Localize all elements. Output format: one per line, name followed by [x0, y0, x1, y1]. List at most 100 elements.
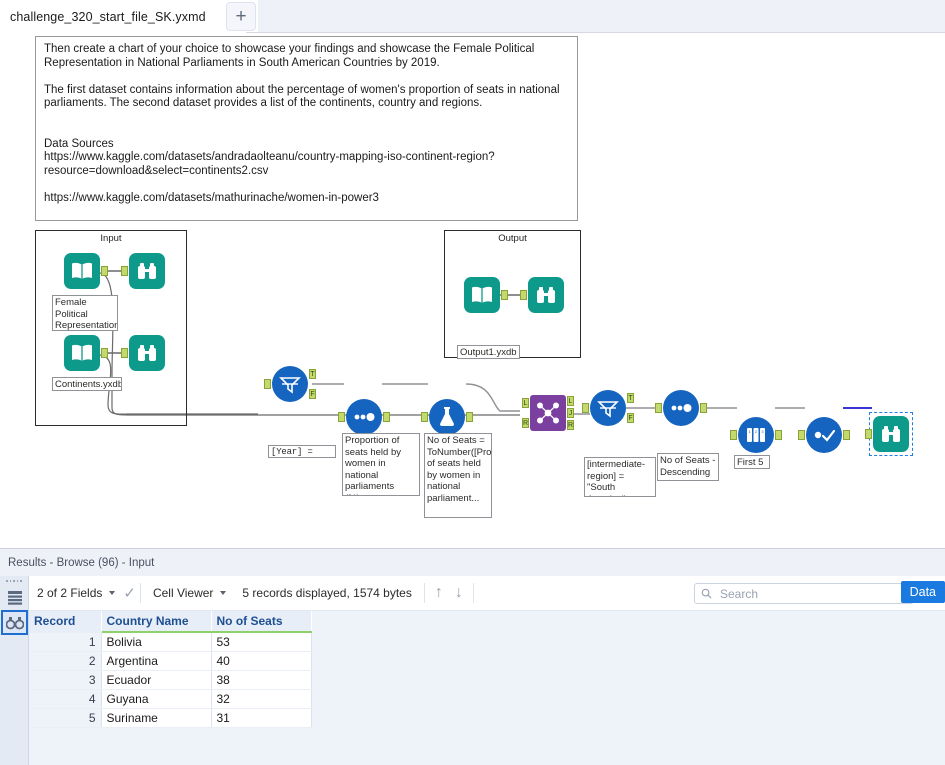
container-output-title: Output [498, 233, 527, 244]
join-left-output-anchor[interactable]: L [567, 396, 574, 406]
table-row[interactable]: 5 Suriname 31 [29, 708, 312, 728]
output-anchor[interactable] [843, 430, 850, 440]
comment-line-7: resource=download&select=continents2.csv [44, 164, 269, 177]
input-data-icon [64, 335, 100, 371]
table-row[interactable]: 3 Ecuador 38 [29, 670, 312, 690]
input-anchor[interactable] [798, 430, 805, 440]
tool-output-data[interactable] [464, 277, 508, 313]
workflow-tab-label: challenge_320_start_file_SK.yxmd [10, 9, 206, 24]
input-anchor[interactable] [121, 348, 128, 358]
true-output-anchor[interactable]: T [309, 369, 316, 379]
tool-input-data-1[interactable] [64, 253, 108, 289]
output-anchor[interactable] [501, 290, 508, 300]
tool-formula[interactable] [421, 399, 473, 435]
comment-line-5: Data Sources [44, 137, 114, 150]
scroll-up-button[interactable]: ↑ [429, 584, 449, 602]
table-icon [7, 590, 22, 605]
viewer-selector[interactable]: Cell Viewer [145, 586, 234, 600]
tool-browse-input-1[interactable] [121, 253, 165, 289]
search-box[interactable] [694, 583, 914, 604]
false-output-anchor[interactable]: F [309, 389, 316, 399]
scroll-down-button[interactable]: ↓ [449, 584, 469, 602]
column-header-country-name[interactable]: Country Name [101, 611, 212, 633]
tool-browse-final[interactable] [865, 416, 909, 452]
input-anchor[interactable] [520, 290, 527, 300]
binoculars-icon [129, 253, 165, 289]
rail-button-browse[interactable] [1, 610, 28, 635]
fields-selector[interactable]: 2 of 2 Fields [29, 586, 123, 600]
table-row[interactable]: 1 Bolivia 53 [29, 632, 312, 652]
rail-grip-handle[interactable] [5, 579, 25, 584]
tool-filter-year[interactable]: T F [264, 366, 316, 402]
table-header-row: Record Country Name No of Seats [29, 611, 312, 633]
tool-filter-region[interactable]: T F [582, 390, 634, 426]
flask-icon [429, 399, 465, 435]
results-grid[interactable]: Record Country Name No of Seats 1 Bolivi… [29, 611, 945, 765]
comment-line-4: parliaments. The second dataset provides… [44, 97, 483, 109]
tool-sample-label: First 5 [734, 455, 770, 469]
tool-input-data-2[interactable] [64, 335, 108, 371]
input-data-icon [64, 253, 100, 289]
cell-country-name: Argentina [101, 651, 212, 671]
results-table: Record Country Name No of Seats 1 Bolivi… [29, 611, 312, 728]
comment-spacer-1 [44, 70, 569, 84]
cell-record: 3 [29, 670, 102, 690]
input-anchor[interactable] [582, 403, 589, 413]
output-anchor[interactable] [101, 348, 108, 358]
join-right-input-anchor[interactable]: R [522, 418, 529, 428]
join-left-input-anchor[interactable]: L [522, 398, 529, 408]
input-anchor[interactable] [121, 266, 128, 276]
tab-bar-empty-area [258, 0, 945, 32]
join-join-output-anchor[interactable]: J [567, 408, 574, 418]
tool-filter-year-label: [Year] = "2019" [268, 445, 336, 458]
cell-country-name: Bolivia [101, 632, 212, 652]
input-anchor[interactable] [264, 379, 271, 389]
toolbar-divider [139, 583, 141, 603]
table-row[interactable]: 4 Guyana 32 [29, 689, 312, 709]
results-rail [0, 576, 29, 765]
workflow-tab[interactable]: challenge_320_start_file_SK.yxmd × [0, 0, 246, 33]
search-input[interactable] [718, 585, 898, 602]
comment-line-8: https://www.kaggle.com/datasets/mathurin… [44, 191, 379, 204]
output-anchor[interactable] [700, 403, 707, 413]
fields-check-icon[interactable]: ✓ [123, 584, 136, 602]
tool-filter-region-label: [intermediate-region] = "South America" [584, 457, 656, 497]
sort-icon [663, 390, 699, 426]
table-body: 1 Bolivia 53 2 Argentina 40 3 Ecuador 38… [29, 632, 312, 728]
output-anchor[interactable] [383, 412, 390, 422]
rail-button-table[interactable] [1, 585, 28, 610]
false-output-anchor[interactable]: F [627, 413, 634, 423]
input-anchor[interactable] [421, 412, 428, 422]
workflow-canvas[interactable]: Then create a chart of your choice to sh… [0, 33, 945, 548]
results-panel-body: 2 of 2 Fields ✓ Cell Viewer 5 records di… [0, 576, 945, 765]
data-button[interactable]: Data [900, 581, 945, 603]
column-header-no-of-seats[interactable]: No of Seats [211, 611, 312, 633]
tool-select-fields[interactable] [338, 399, 390, 435]
results-panel-title: Results - Browse (96) - Input [8, 556, 155, 569]
tool-sort[interactable] [655, 390, 707, 426]
input-anchor[interactable] [865, 429, 872, 439]
input-anchor[interactable] [338, 412, 345, 422]
tool-sample[interactable]: 1 2 3 [730, 417, 782, 453]
tool-browse-input-2[interactable] [121, 335, 165, 371]
column-header-record[interactable]: Record [29, 611, 102, 633]
new-tab-button[interactable]: + [226, 2, 256, 31]
join-right-output-anchor[interactable]: R [567, 420, 574, 430]
input-anchor[interactable] [655, 403, 662, 413]
select-icon [346, 399, 382, 435]
tool-formula-label: No of Seats = ToNumber([Proportion of se… [424, 433, 492, 518]
comment-line-2: Representation in National Parliaments i… [44, 56, 440, 69]
output-anchor[interactable] [775, 430, 782, 440]
tool-data-cleansing[interactable] [798, 417, 850, 453]
output-anchor[interactable] [101, 266, 108, 276]
output-anchor[interactable] [466, 412, 473, 422]
tool-join[interactable]: L R L J R [522, 395, 574, 431]
comment-textbox[interactable]: Then create a chart of your choice to sh… [35, 36, 578, 221]
table-row[interactable]: 2 Argentina 40 [29, 651, 312, 671]
results-panel-header: Results - Browse (96) - Input [0, 549, 945, 576]
comment-spacer-2 [44, 111, 569, 138]
tool-browse-output[interactable] [520, 277, 564, 313]
input-anchor[interactable] [730, 430, 737, 440]
true-output-anchor[interactable]: T [627, 393, 634, 403]
binoculars-icon [5, 616, 24, 629]
